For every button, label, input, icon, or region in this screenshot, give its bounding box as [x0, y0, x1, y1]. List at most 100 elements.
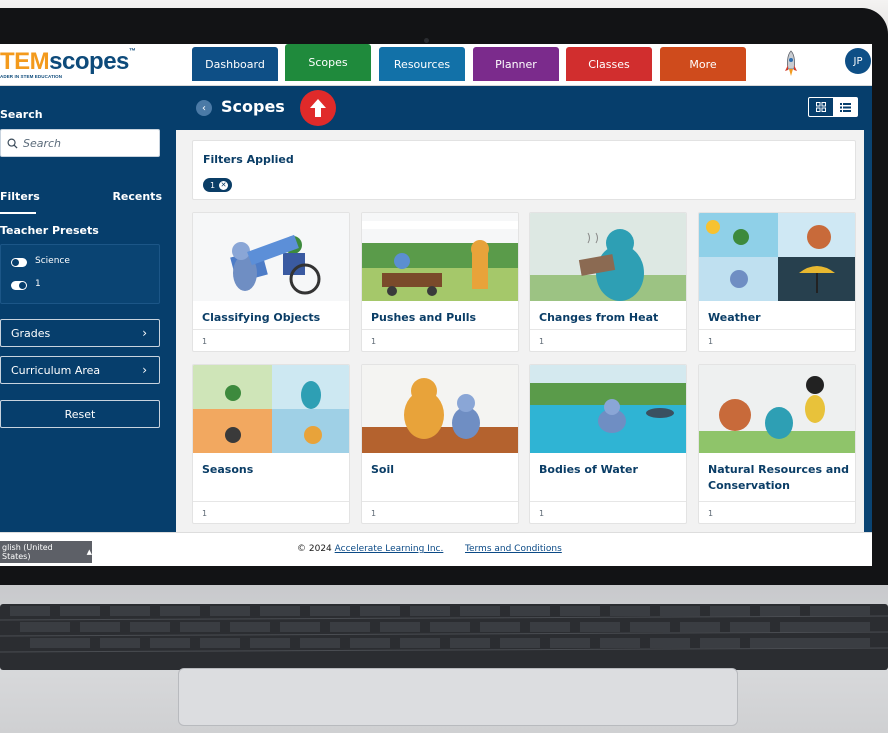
- trackpad: [178, 668, 738, 726]
- chevron-left-icon: ‹: [202, 102, 206, 114]
- scope-card-classifying-objects[interactable]: Classifying Objects 1: [192, 212, 350, 352]
- scope-card-count: 1: [202, 337, 208, 346]
- nav-tab-scopes[interactable]: Scopes: [285, 44, 371, 81]
- scope-card-pushes-and-pulls[interactable]: Pushes and Pulls 1: [361, 212, 519, 352]
- scope-card-title: Classifying Objects: [202, 311, 321, 324]
- terms-link[interactable]: Terms and Conditions: [465, 544, 562, 554]
- language-label: glish (United States): [2, 543, 53, 561]
- weather-illustration: [699, 213, 855, 301]
- search-input[interactable]: Search: [0, 129, 160, 157]
- scope-card-title: Pushes and Pulls: [371, 311, 477, 324]
- view-toggle: [808, 97, 858, 117]
- nav-tab-resources[interactable]: Resources: [379, 47, 465, 81]
- preset-toggle-science[interactable]: [11, 258, 27, 267]
- filters-applied-title: Filters Applied: [203, 153, 294, 166]
- scope-card-changes-from-heat[interactable]: Changes from Heat 1: [529, 212, 687, 352]
- nav-tab-label: Resources: [393, 57, 451, 71]
- filter-count: 1: [210, 180, 216, 190]
- close-icon[interactable]: ✕: [219, 180, 229, 190]
- scopes-content: Filters Applied 1 ✕ Classifying Objects …: [176, 130, 864, 532]
- main-area: ‹ Scopes Filters Applied 1 ✕ Classifying…: [176, 86, 872, 532]
- list-view-button[interactable]: [833, 98, 857, 116]
- card-divider: [699, 501, 855, 502]
- grid-icon: [816, 102, 826, 112]
- scope-card-natural-resources[interactable]: Natural Resources and Conservation 1: [698, 364, 856, 524]
- back-button[interactable]: ‹: [196, 100, 212, 116]
- card-divider: [193, 329, 349, 330]
- page-title: Scopes: [221, 97, 285, 116]
- scope-card-count: 1: [708, 509, 714, 518]
- user-avatar[interactable]: JP: [845, 48, 871, 74]
- reset-button[interactable]: Reset: [0, 400, 160, 428]
- nav-tab-more[interactable]: More: [660, 47, 746, 81]
- teacher-presets-label: Teacher Presets: [0, 224, 99, 237]
- grades-label: Grades: [11, 326, 51, 340]
- filters-applied-card: Filters Applied 1 ✕: [192, 140, 856, 200]
- laptop-screen: TEMscopes™ ADER IN STEM EDUCATION Dashbo…: [0, 44, 872, 566]
- keyboard: [0, 604, 888, 670]
- logo-tagline: ADER IN STEM EDUCATION: [0, 74, 63, 79]
- nav-tab-label: Planner: [495, 57, 537, 71]
- search-label: Search: [0, 108, 43, 121]
- scope-card-count: 1: [539, 337, 545, 346]
- curriculum-area-dropdown[interactable]: Curriculum Area ›: [0, 356, 160, 384]
- logo-text-scopes: scopes: [49, 48, 129, 75]
- chevron-right-icon: ›: [142, 326, 147, 340]
- top-header: TEMscopes™ ADER IN STEM EDUCATION Dashbo…: [0, 44, 872, 86]
- rocket-icon[interactable]: [783, 50, 799, 78]
- scope-card-title: Seasons: [202, 463, 254, 476]
- copyright-text: © 2024 Accelerate Learning Inc.: [297, 544, 443, 554]
- search-icon: [7, 138, 18, 149]
- scope-card-count: 1: [708, 337, 714, 346]
- sidebar-tabs: Filters Recents: [0, 190, 162, 214]
- card-divider: [362, 501, 518, 502]
- preset-label-science: Science: [35, 256, 70, 266]
- scope-card-title: Weather: [708, 311, 761, 324]
- card-divider: [362, 329, 518, 330]
- sidebar: Search Search Filters Recents Teacher Pr…: [0, 86, 176, 532]
- scope-card-soil[interactable]: Soil 1: [361, 364, 519, 524]
- chevron-right-icon: ›: [142, 363, 147, 377]
- nav-tab-planner[interactable]: Planner: [473, 47, 559, 81]
- preset-toggle-1[interactable]: [11, 281, 27, 290]
- stemscopes-logo[interactable]: TEMscopes™: [0, 48, 136, 76]
- curriculum-label: Curriculum Area: [11, 363, 101, 377]
- card-divider: [530, 501, 686, 502]
- scope-card-bodies-of-water[interactable]: Bodies of Water 1: [529, 364, 687, 524]
- scope-card-title: Bodies of Water: [539, 463, 638, 476]
- classifying-objects-illustration: [193, 213, 349, 301]
- soil-illustration: [362, 365, 518, 453]
- scope-card-count: 1: [371, 509, 377, 518]
- nav-tab-classes[interactable]: Classes: [566, 47, 652, 81]
- changes-from-heat-illustration: [530, 213, 686, 301]
- reset-label: Reset: [64, 407, 96, 421]
- nav-tab-label: Classes: [588, 57, 630, 71]
- tab-filters[interactable]: Filters: [0, 190, 40, 203]
- copyright-prefix: © 2024: [297, 544, 332, 554]
- nav-tab-dashboard[interactable]: Dashboard: [192, 47, 278, 81]
- teacher-presets-panel: Science 1: [0, 244, 160, 304]
- scope-card-weather[interactable]: Weather 1: [698, 212, 856, 352]
- scope-card-count: 1: [371, 337, 377, 346]
- grades-dropdown[interactable]: Grades ›: [0, 319, 160, 347]
- scope-card-count: 1: [539, 509, 545, 518]
- scope-card-title: Changes from Heat: [539, 311, 659, 324]
- logo-text-tem: TEM: [0, 48, 50, 75]
- filter-count-badge[interactable]: 1 ✕: [203, 178, 233, 192]
- natural-resources-illustration: [699, 365, 855, 453]
- company-link[interactable]: Accelerate Learning Inc.: [335, 544, 444, 554]
- search-placeholder: Search: [23, 136, 62, 150]
- pushes-and-pulls-illustration: [362, 213, 518, 301]
- footer: glish (United States) ▲ © 2024 Accelerat…: [0, 532, 872, 566]
- nav-tab-label: Scopes: [308, 56, 348, 69]
- nav-tab-label: More: [689, 57, 717, 71]
- bodies-of-water-illustration: [530, 365, 686, 453]
- language-selector[interactable]: glish (United States) ▲: [0, 541, 92, 563]
- content-scrollbar[interactable]: [864, 130, 872, 532]
- card-divider: [699, 329, 855, 330]
- grid-view-button[interactable]: [809, 98, 833, 116]
- tab-recents[interactable]: Recents: [112, 190, 162, 203]
- preset-label-1: 1: [35, 279, 41, 289]
- card-divider: [193, 501, 349, 502]
- scope-card-seasons[interactable]: Seasons 1: [192, 364, 350, 524]
